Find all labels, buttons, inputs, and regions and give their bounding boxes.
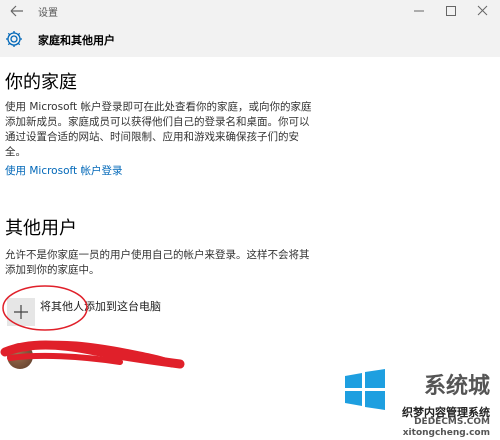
family-desc-line: 使用 Microsoft 帐户登录即可在此处查看你的家庭，或向你的家庭	[5, 101, 312, 113]
close-icon[interactable]	[472, 2, 494, 20]
window-title: 设置	[38, 8, 58, 19]
family-desc-line: 通过设置合适的网站、时间限制、应用和游戏来确保孩子们的安	[5, 131, 299, 143]
watermark-brand: 系统城	[423, 374, 490, 399]
watermark-line: xitongcheng.com	[402, 428, 490, 438]
family-heading: 你的家庭	[5, 72, 77, 93]
signin-microsoft-link[interactable]: 使用 Microsoft 帐户登录	[5, 163, 122, 178]
back-arrow-icon[interactable]	[6, 2, 28, 20]
title-bar: 设置	[0, 0, 500, 22]
family-desc-line: 添加新成员。家庭成员可以获得他们自己的登录名和桌面。你可以	[5, 116, 310, 128]
others-description: 允许不是你家庭一员的用户使用自己的帐户来登录。这样不会将其 添加到你的家庭中。	[5, 248, 310, 278]
watermark: 系统城 织梦内容管理系统 DEDECMS.COM xitongcheng.com	[330, 360, 500, 440]
gear-icon	[6, 31, 22, 47]
page-header: 家庭和其他用户	[0, 22, 500, 57]
others-desc-line: 添加到你的家庭中。	[5, 264, 100, 276]
minimize-icon[interactable]	[408, 2, 430, 20]
watermark-line: DEDECMS.COM	[414, 417, 490, 427]
family-desc-line: 全。	[5, 146, 26, 158]
family-description: 使用 Microsoft 帐户登录即可在此处查看你的家庭，或向你的家庭 添加新成…	[5, 100, 311, 160]
others-desc-line: 允许不是你家庭一员的用户使用自己的帐户来登录。这样不会将其	[5, 249, 310, 261]
page-title: 家庭和其他用户	[38, 34, 115, 47]
maximize-icon[interactable]	[440, 2, 462, 20]
windows-logo-icon	[345, 369, 385, 410]
others-heading: 其他用户	[5, 218, 77, 239]
red-annotation-scribble	[0, 285, 185, 369]
